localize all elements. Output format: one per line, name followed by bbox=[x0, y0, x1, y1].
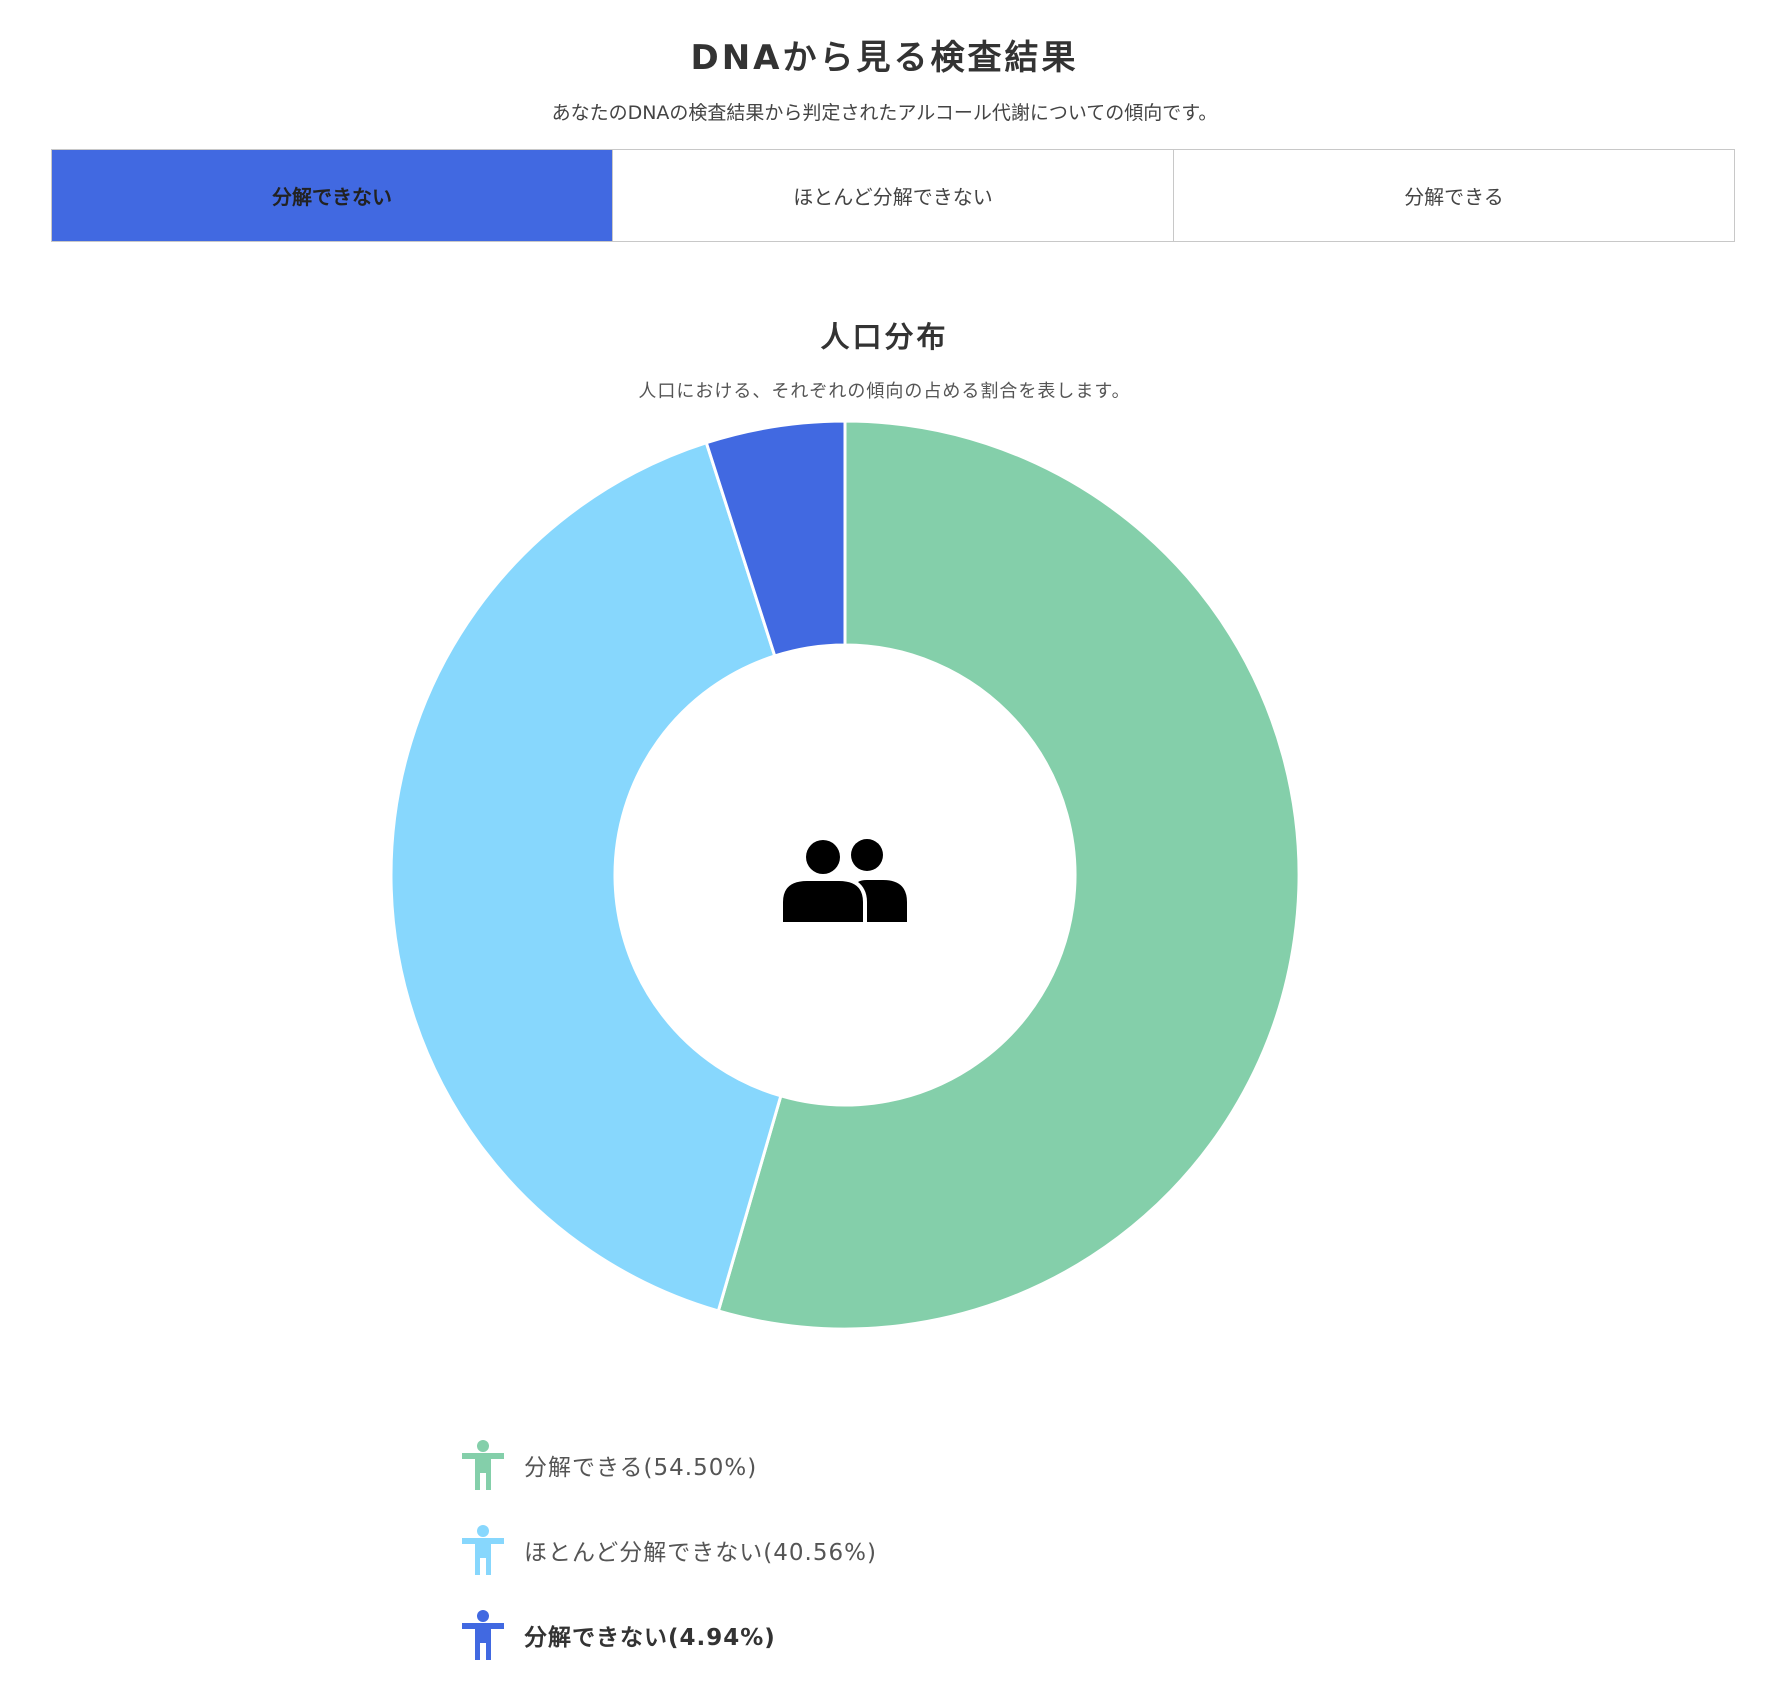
legend-item-can-decompose: 分解できる(54.50%) bbox=[460, 1440, 757, 1490]
people-icon bbox=[783, 839, 907, 922]
page-title: DNAから見る検査結果 bbox=[690, 38, 1079, 78]
tab-mostly-cannot-decompose[interactable]: ほとんど分解できない bbox=[613, 150, 1174, 241]
legend-item-cannot-decompose: 分解できない(4.94%) bbox=[460, 1610, 776, 1660]
person-icon bbox=[462, 1525, 504, 1575]
legend-item-mostly-cannot-decompose: ほとんど分解できない(40.56%) bbox=[460, 1525, 877, 1575]
legend-label: ほとんど分解できない(40.56%) bbox=[524, 1540, 877, 1566]
legend-label: 分解できない(4.94%) bbox=[524, 1625, 776, 1651]
person-icon bbox=[462, 1440, 504, 1490]
page-subtitle: あなたのDNAの検査結果から判定されたアルコール代謝についての傾向です。 bbox=[551, 102, 1218, 124]
result-tabs: 分解できない ほとんど分解できない 分解できる bbox=[51, 149, 1735, 242]
tab-can-decompose[interactable]: 分解できる bbox=[1174, 150, 1734, 241]
legend-label: 分解できる(54.50%) bbox=[524, 1455, 758, 1481]
donut-slice-1[interactable] bbox=[390, 440, 783, 1313]
person-icon bbox=[462, 1610, 504, 1660]
tab-cannot-decompose[interactable]: 分解できない bbox=[52, 150, 613, 241]
section-title: 人口分布 bbox=[820, 320, 949, 354]
section-subtitle: 人口における、それぞれの傾向の占める割合を表します。 bbox=[638, 381, 1131, 402]
